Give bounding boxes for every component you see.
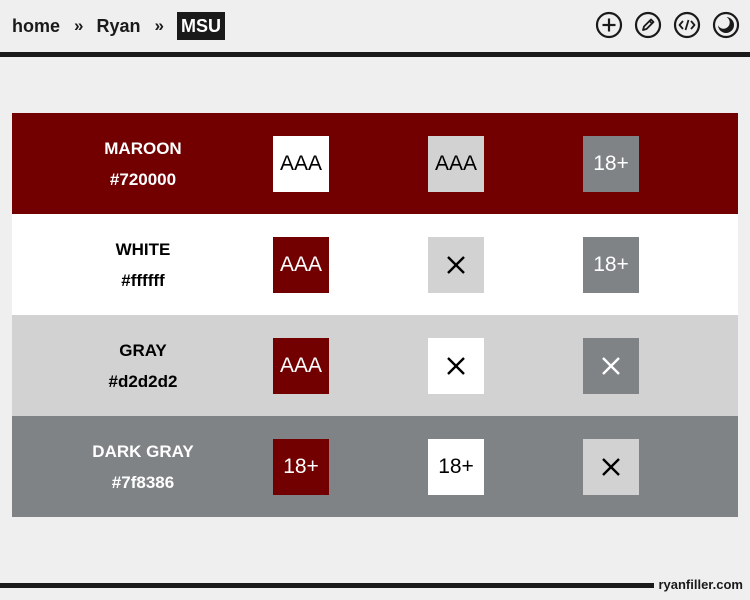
color-hex: #720000	[109, 169, 177, 189]
close-icon	[602, 458, 620, 476]
color-name: GRAY	[119, 340, 167, 360]
contrast-rating: 18+	[593, 253, 629, 276]
code-icon[interactable]	[673, 11, 701, 39]
contrast-rating: 18+	[438, 455, 474, 478]
theme-toggle-icon[interactable]	[712, 11, 740, 39]
color-name: DARK GRAY	[92, 441, 194, 461]
color-row: MAROON #720000 AAA AAA 18+	[12, 113, 738, 214]
color-contrast-table: MAROON #720000 AAA AAA 18+ WHITE #ffffff AAA 18+…	[12, 113, 738, 517]
breadcrumb-current: MSU	[176, 12, 225, 40]
contrast-swatch	[428, 237, 484, 293]
breadcrumb-parent-link[interactable]: Ryan	[96, 16, 140, 37]
contrast-swatch	[583, 338, 639, 394]
color-hex: #d2d2d2	[108, 371, 178, 391]
breadcrumb-separator: »	[74, 16, 84, 35]
contrast-swatch: 18+	[273, 439, 329, 495]
color-row: DARK GRAY #7f8386 18+ 18+	[12, 416, 738, 517]
contrast-swatch	[583, 439, 639, 495]
color-label: DARK GRAY #7f8386	[12, 416, 274, 517]
color-label: GRAY #d2d2d2	[12, 315, 274, 416]
close-icon	[447, 256, 465, 274]
contrast-rating: AAA	[434, 152, 478, 175]
color-name: WHITE	[115, 239, 171, 259]
color-name: MAROON	[104, 138, 182, 158]
header-divider	[0, 52, 750, 57]
contrast-swatch: AAA	[273, 237, 329, 293]
close-icon	[447, 357, 465, 375]
color-label: MAROON #720000	[12, 113, 274, 214]
close-icon	[602, 357, 620, 375]
contrast-swatch	[428, 338, 484, 394]
breadcrumb-separator: »	[154, 16, 164, 35]
color-hex: #ffffff	[121, 270, 165, 290]
contrast-swatch: 18+	[583, 237, 639, 293]
footer-site-link[interactable]: ryanfiller.com	[658, 577, 743, 592]
footer-divider	[0, 583, 654, 588]
site-header: home » Ryan » MSU	[0, 0, 750, 52]
color-row: GRAY #d2d2d2 AAA	[12, 315, 738, 416]
contrast-rating: AAA	[279, 354, 323, 377]
color-row: WHITE #ffffff AAA 18+	[12, 214, 738, 315]
edit-pencil-icon[interactable]	[634, 11, 662, 39]
contrast-swatch: AAA	[273, 136, 329, 192]
contrast-swatch: AAA	[273, 338, 329, 394]
header-actions	[595, 11, 740, 39]
contrast-swatch: AAA	[428, 136, 484, 192]
color-hex: #7f8386	[111, 472, 175, 492]
color-label: WHITE #ffffff	[12, 214, 274, 315]
contrast-swatch: 18+	[428, 439, 484, 495]
contrast-rating: AAA	[279, 152, 323, 175]
breadcrumb-home-link[interactable]: home	[12, 16, 60, 37]
contrast-rating: 18+	[283, 455, 319, 478]
contrast-swatch: 18+	[583, 136, 639, 192]
breadcrumb: home » Ryan » MSU	[12, 10, 225, 42]
contrast-rating: AAA	[279, 253, 323, 276]
contrast-rating: 18+	[593, 152, 629, 175]
add-icon[interactable]	[595, 11, 623, 39]
